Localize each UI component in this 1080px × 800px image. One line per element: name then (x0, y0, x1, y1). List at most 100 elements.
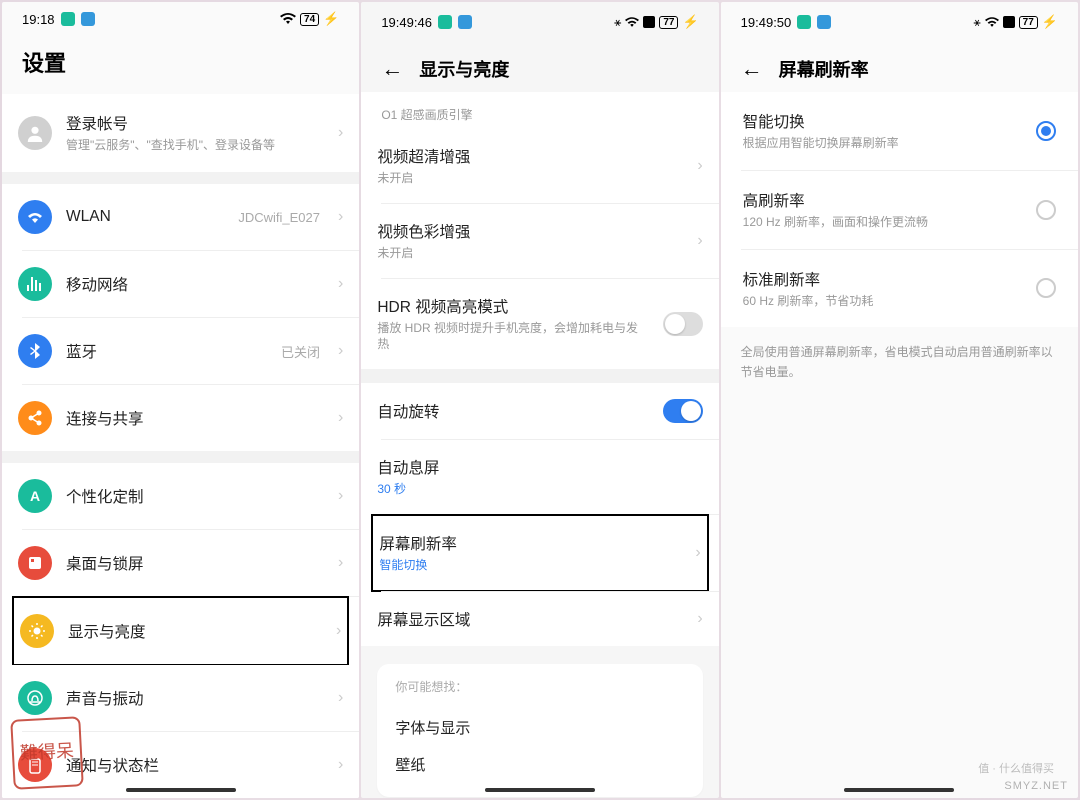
wifi-icon (985, 17, 999, 28)
row-title: 屏幕显示区域 (377, 608, 683, 630)
page-title: 屏幕刷新率 (779, 56, 869, 82)
chevron-right-icon: › (338, 342, 343, 360)
display-row[interactable]: HDR 视频高亮模式播放 HDR 视频时提升手机亮度，会增加耗电与发热 (361, 279, 718, 370)
radio-button[interactable] (1036, 278, 1056, 298)
row-title: 显示与亮度 (68, 620, 322, 642)
settings-row-bluetooth[interactable]: 蓝牙已关闭› (2, 318, 359, 384)
row-title: 视频超清增强 (377, 145, 683, 167)
bluetooth-icon (18, 334, 52, 368)
status-time: 19:49:50 (741, 15, 792, 30)
suggestion-link[interactable]: 壁纸 (395, 746, 684, 783)
row-value: 已关闭 (281, 342, 320, 361)
radio-button[interactable] (1036, 200, 1056, 220)
suggestion-link[interactable]: 字体与显示 (395, 709, 684, 746)
refresh-rate-option[interactable]: 标准刷新率 60 Hz 刷新率，节省功耗 (721, 250, 1078, 328)
refresh-rate-option[interactable]: 智能切换根据应用智能切换屏幕刷新率 (721, 92, 1078, 170)
account-sub: 管理"云服务"、"查找手机"、登录设备等 (66, 137, 324, 154)
bluetooth-icon: ⚹ (973, 15, 980, 30)
row-value: JDCwifi_E027 (238, 210, 320, 225)
charging-icon: ⚡ (1042, 14, 1058, 30)
status-pill-icon (797, 15, 811, 29)
phone-display-settings: 19:49:46 ⚹ 77 ⚡ ← 显示与亮度 O1 超感画质引擎 视频超清增强… (361, 2, 718, 798)
gesture-bar (485, 788, 595, 792)
row-title: HDR 视频高亮模式 (377, 295, 648, 317)
chevron-right-icon: › (338, 409, 343, 427)
radio-button[interactable] (1036, 121, 1056, 141)
display-row[interactable]: 自动息屏 30 秒 (361, 440, 718, 514)
row-title: 个性化定制 (66, 485, 324, 507)
settings-row-share[interactable]: 连接与共享› (2, 385, 359, 451)
watermark-text: SMYZ.NET (1004, 780, 1068, 792)
toggle-switch[interactable] (663, 312, 703, 336)
display-row[interactable]: 视频色彩增强未开启› (361, 204, 718, 278)
chevron-right-icon: › (338, 275, 343, 293)
row-sub: 智能切换 (379, 557, 681, 574)
settings-row-desktop[interactable]: 桌面与锁屏› (2, 530, 359, 596)
battery-icon: 77 (659, 16, 678, 29)
status-pill-icon (458, 15, 472, 29)
statusbar: 19:18 74 ⚡ (2, 2, 359, 36)
palette-icon: A (18, 479, 52, 513)
row-sub: 未开启 (377, 245, 683, 262)
suggestions-card: 你可能想找： 字体与显示 壁纸 (377, 664, 702, 797)
row-sub: 30 秒 (377, 481, 702, 498)
option-sub: 根据应用智能切换屏幕刷新率 (743, 135, 1022, 152)
watermark-stamp: 難得呆 (10, 716, 84, 790)
back-icon[interactable]: ← (741, 56, 763, 82)
page-title: 设置 (2, 36, 359, 94)
row-title: 自动旋转 (377, 400, 648, 422)
row-title: WLAN (66, 208, 224, 226)
settings-row-palette[interactable]: A 个性化定制 › (2, 463, 359, 529)
battery-icon: 74 (300, 13, 319, 26)
display-row[interactable]: 屏幕刷新率智能切换 › (373, 516, 706, 590)
chevron-right-icon: › (338, 689, 343, 707)
settings-row-brightness[interactable]: 显示与亮度› (14, 598, 347, 664)
row-title: 自动息屏 (377, 456, 702, 478)
bluetooth-icon: ⚹ (614, 15, 621, 30)
row-title: 声音与振动 (66, 687, 324, 709)
row-title: 桌面与锁屏 (66, 552, 324, 574)
chevron-right-icon: › (338, 487, 343, 505)
settings-row-wifi[interactable]: WLAN JDCwifi_E027 › (2, 184, 359, 250)
phone-settings-main: 19:18 74 ⚡ 设置 登录帐号 管理"云服务"、"查找手机"、登录设备等 … (2, 2, 359, 798)
toggle-switch[interactable] (663, 399, 703, 423)
account-title: 登录帐号 (66, 112, 324, 134)
account-row[interactable]: 登录帐号 管理"云服务"、"查找手机"、登录设备等 › (2, 94, 359, 172)
row-sub: 未开启 (377, 170, 683, 187)
gesture-bar (844, 788, 954, 792)
display-row[interactable]: 屏幕显示区域 › (361, 592, 718, 646)
phone-refresh-rate: 19:49:50 ⚹ 77 ⚡ ← 屏幕刷新率 智能切换根据应用智能切换屏幕刷新… (721, 2, 1078, 798)
svg-text:A: A (30, 488, 40, 504)
row-title: 屏幕刷新率 (379, 532, 681, 554)
chevron-right-icon: › (338, 756, 343, 774)
chevron-right-icon: › (338, 208, 343, 226)
option-title: 标准刷新率 (743, 268, 1022, 290)
display-row[interactable]: 视频超清增强未开启› (361, 129, 718, 203)
statusbar: 19:49:46 ⚹ 77 ⚡ (361, 2, 718, 42)
status-pill-icon (61, 12, 75, 26)
row-title: 通知与状态栏 (66, 754, 324, 776)
settings-row-mobile[interactable]: 移动网络 › (2, 251, 359, 317)
chevron-right-icon: › (697, 610, 702, 628)
wifi-icon (280, 13, 296, 25)
option-title: 智能切换 (743, 110, 1022, 132)
charging-icon: ⚡ (323, 11, 339, 27)
display-row[interactable]: 自动旋转 (361, 383, 718, 439)
page-header: ← 显示与亮度 (361, 42, 718, 92)
back-icon[interactable]: ← (381, 56, 403, 82)
status-time: 19:18 (22, 12, 55, 27)
share-icon (18, 401, 52, 435)
wifi-icon (18, 200, 52, 234)
refresh-rate-option[interactable]: 高刷新率120 Hz 刷新率，画面和操作更流畅 (721, 171, 1078, 249)
avatar-icon (18, 116, 52, 150)
nfc-icon (643, 16, 655, 28)
nfc-icon (1003, 16, 1015, 28)
wifi-icon (625, 17, 639, 28)
row-title: 移动网络 (66, 273, 324, 295)
option-title: 高刷新率 (743, 189, 1022, 211)
status-pill-icon (817, 15, 831, 29)
chevron-right-icon: › (695, 544, 700, 562)
row-title: 视频色彩增强 (377, 220, 683, 242)
gesture-bar (126, 788, 236, 792)
option-sub: 60 Hz 刷新率，节省功耗 (743, 293, 1022, 310)
